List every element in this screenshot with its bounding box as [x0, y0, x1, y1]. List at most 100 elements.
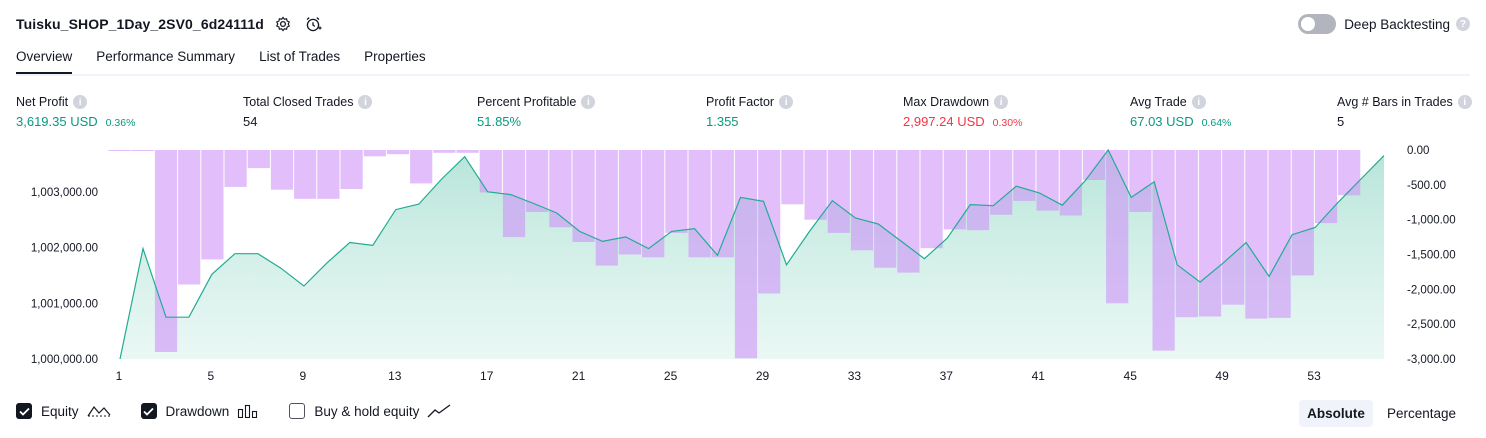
help-icon[interactable]: ? — [1456, 17, 1470, 31]
equity-checkbox[interactable] — [16, 403, 32, 419]
buy-hold-label: Buy & hold equity — [314, 403, 420, 419]
x-axis-label: 41 — [1032, 369, 1046, 383]
tab-bar: Overview Performance Summary List of Tra… — [16, 44, 1470, 76]
stat-label: Total Closed Trades — [243, 95, 354, 109]
drawdown-checkbox[interactable] — [140, 403, 157, 419]
drawdown-bar — [665, 150, 688, 233]
right-axis-label: -1,500.00 — [1407, 250, 1456, 262]
right-axis-label: -500.00 — [1407, 180, 1446, 192]
buy-hold-checkbox[interactable] — [289, 403, 306, 419]
stat-value: 5 — [1337, 114, 1345, 129]
absolute-button[interactable]: Absolute — [1299, 400, 1373, 427]
stat-value: 51.85% — [477, 114, 522, 129]
add-alert-icon[interactable] — [302, 13, 324, 35]
stat-value: 54 — [243, 114, 258, 129]
drawdown-bar — [1291, 150, 1314, 276]
stat-value: 67.03 USD — [1130, 114, 1194, 129]
right-axis-label: -2,000.00 — [1407, 284, 1456, 296]
drawdown-bar — [642, 150, 665, 258]
tab-performance-summary[interactable]: Performance Summary — [96, 44, 235, 72]
x-axis-label: 49 — [1215, 369, 1229, 383]
drawdown-bar — [1082, 150, 1106, 180]
drawdown-bar — [131, 150, 154, 151]
settings-icon[interactable] — [272, 13, 294, 35]
drawdown-bar — [1268, 150, 1291, 318]
info-icon[interactable]: i — [358, 95, 373, 109]
deep-backtesting-control: Deep Backtesting ? — [1298, 13, 1470, 35]
stat-profit-factor: Profit Factor i 1.355 — [706, 94, 794, 129]
stat-max-drawdown: Max Drawdown i 2,997.24 USD 0.30% — [903, 94, 1022, 129]
drawdown-bar — [1152, 150, 1175, 351]
stat-value: 3,619.35 USD — [16, 114, 98, 129]
x-axis-label: 37 — [940, 369, 954, 383]
info-icon[interactable]: i — [1191, 95, 1206, 109]
x-axis-label: 13 — [388, 369, 402, 383]
percentage-button[interactable]: Percentage — [1379, 400, 1464, 427]
strategy-header: Tuisku_SHOP_1Day_2SV0_6d24111d — [16, 13, 324, 35]
drawdown-bar — [154, 150, 178, 352]
stat-label: Net Profit — [16, 95, 69, 109]
info-icon[interactable]: i — [581, 95, 596, 109]
legend-buy-hold[interactable]: Buy & hold equity — [289, 403, 451, 419]
deep-backtesting-toggle[interactable] — [1298, 14, 1337, 34]
left-axis-label: 1,001,000.00 — [31, 298, 98, 310]
left-axis-label: 1,000,000.00 — [31, 354, 98, 366]
info-icon[interactable]: i — [1457, 95, 1472, 109]
tab-overview[interactable]: Overview — [16, 44, 73, 74]
tab-list-of-trades[interactable]: List of Trades — [259, 44, 340, 72]
legend-drawdown[interactable]: Drawdown — [140, 403, 260, 419]
drawdown-bar — [1314, 150, 1338, 224]
x-axis-label: 29 — [756, 369, 770, 383]
stat-label: Avg # Bars in Trades — [1337, 95, 1453, 109]
x-axis-label: 21 — [572, 369, 586, 383]
stat-avg-trade: Avg Trade i 67.03 USD 0.64% — [1130, 94, 1231, 129]
drawdown-bar — [1013, 150, 1036, 201]
drawdown-bar — [294, 150, 317, 199]
drawdown-bar — [1222, 150, 1245, 305]
drawdown-bar — [966, 150, 990, 231]
left-axis-label: 1,002,000.00 — [31, 243, 98, 255]
right-axis-label: -1,000.00 — [1407, 215, 1456, 227]
drawdown-bar — [386, 150, 410, 155]
stat-percent: 0.64% — [1201, 117, 1232, 129]
drawdown-bar — [108, 150, 131, 151]
stat-label: Percent Profitable — [477, 95, 577, 109]
info-icon[interactable]: i — [73, 95, 88, 109]
scale-mode-switch: Absolute Percentage — [1293, 400, 1464, 427]
drawdown-bar — [595, 150, 618, 266]
drawdown-bar — [1198, 150, 1222, 317]
stat-total-closed-trades: Total Closed Trades i 54 — [243, 94, 373, 129]
drawdown-bar — [897, 150, 920, 273]
stat-net-profit: Net Profit i 3,619.35 USD 0.36% — [16, 94, 135, 129]
drawdown-bar — [804, 150, 827, 220]
drawdown-bar — [850, 150, 874, 251]
drawdown-bar — [433, 150, 456, 153]
drawdown-bar — [224, 150, 247, 187]
drawdown-bar — [1059, 150, 1082, 216]
info-icon[interactable]: i — [994, 95, 1009, 109]
stat-label: Avg Trade — [1130, 95, 1187, 109]
drawdown-label: Drawdown — [165, 403, 230, 419]
right-axis-label: -3,000.00 — [1407, 354, 1456, 366]
stat-avg-bars-in-trades: Avg # Bars in Trades i 5 — [1337, 94, 1472, 129]
drawdown-bar — [1129, 150, 1152, 212]
x-axis-label: 17 — [480, 369, 494, 383]
drawdown-bar — [363, 150, 386, 157]
drawdown-bar — [526, 150, 549, 212]
drawdown-bar — [688, 150, 711, 258]
drawdown-bar — [1175, 150, 1198, 318]
stat-percent: 0.36% — [105, 117, 136, 129]
drawdown-bar — [920, 150, 943, 249]
equity-drawdown-chart[interactable]: 1,000,000.00 1,001,000.00 1,002,000.00 1,00… — [0, 140, 1486, 398]
equity-line-icon — [87, 404, 111, 418]
toggle-knob — [1301, 17, 1316, 31]
x-axis-label: 45 — [1124, 369, 1138, 383]
drawdown-bar — [340, 150, 363, 189]
drawdown-bar — [410, 150, 433, 184]
legend-equity[interactable]: Equity — [16, 403, 111, 419]
buy-hold-line-icon — [427, 404, 451, 418]
tab-properties[interactable]: Properties — [364, 44, 426, 72]
info-icon[interactable]: i — [779, 95, 794, 109]
drawdown-bar — [1106, 150, 1129, 304]
drawdown-bar — [178, 150, 201, 285]
